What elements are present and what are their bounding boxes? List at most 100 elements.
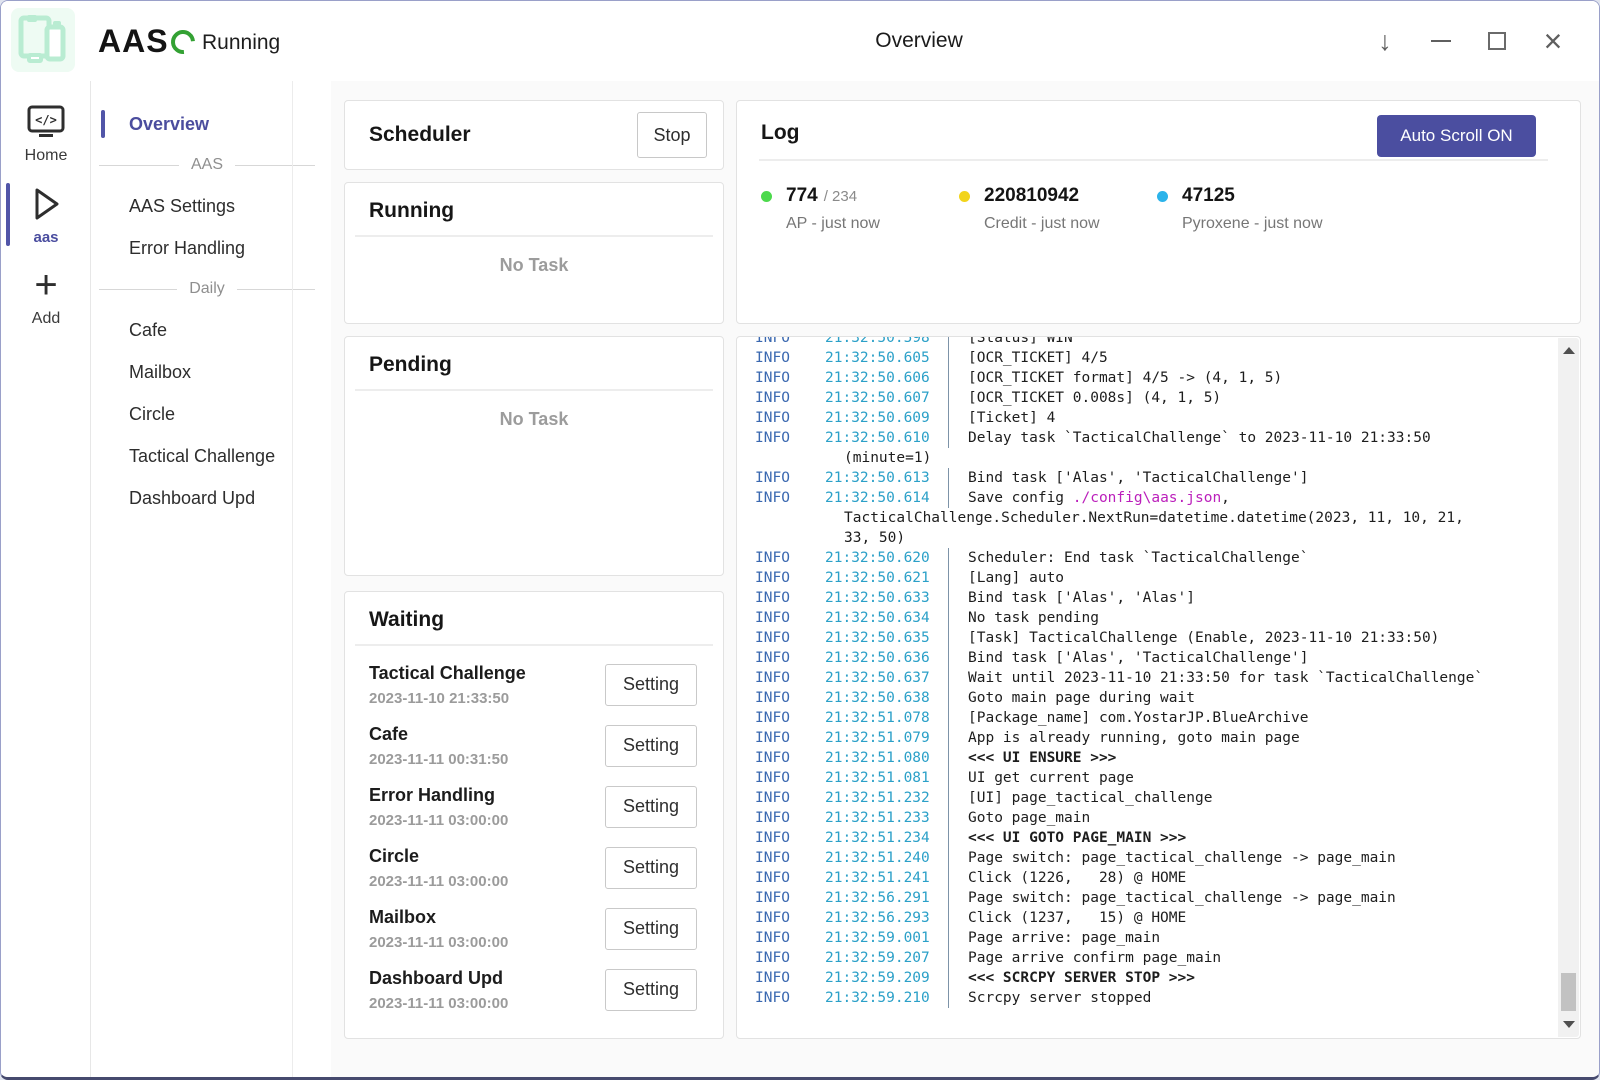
sidebar-item-dashboard-upd[interactable]: Dashboard Upd <box>91 477 331 519</box>
sidebar-item-label: AAS Settings <box>129 196 235 217</box>
running-title: Running <box>369 199 723 223</box>
log-row: (minute=1) <box>737 448 1558 468</box>
setting-button[interactable]: Setting <box>605 908 697 950</box>
log-level: INFO <box>755 890 825 906</box>
setting-button[interactable]: Setting <box>605 786 697 828</box>
sidebar-item-aas-settings[interactable]: AAS Settings <box>91 185 331 227</box>
waiting-task-row: Cafe2023-11-11 00:31:50Setting <box>345 715 723 776</box>
log-row: INFO21:32:51.078[Package_name] com.Yosta… <box>737 708 1558 728</box>
rail-item-aas[interactable]: aas <box>1 181 91 246</box>
log-row: INFO21:32:51.241Click (1226, 28) @ HOME <box>737 868 1558 888</box>
log-separator <box>948 748 949 768</box>
sidebar-item-overview[interactable]: Overview <box>91 105 331 143</box>
log-level: INFO <box>755 870 825 886</box>
rail-item-label: aas <box>33 229 58 246</box>
log-row: INFO21:32:50.638Goto main page during wa… <box>737 688 1558 708</box>
log-message: [OCR_TICKET format] 4/5 -> (4, 1, 5) <box>968 370 1282 386</box>
log-separator <box>948 928 949 948</box>
log-console[interactable]: INFO21:32:50.598[Status] WININFO21:32:50… <box>737 337 1558 1038</box>
sidebar-item-circle[interactable]: Circle <box>91 393 331 435</box>
log-level: INFO <box>755 430 825 446</box>
scrollbar-thumb[interactable] <box>1561 973 1576 1011</box>
rail-item-home[interactable]: </> Home <box>1 99 91 165</box>
setting-button[interactable]: Setting <box>605 664 697 706</box>
log-separator <box>948 588 949 608</box>
active-item-indicator <box>101 110 105 138</box>
log-separator <box>948 988 949 1008</box>
log-row: INFO21:32:50.636Bind task ['Alas', 'Tact… <box>737 648 1558 668</box>
log-separator <box>948 728 949 748</box>
log-row: INFO21:32:50.610Delay task `TacticalChal… <box>737 428 1558 448</box>
maximize-glyph <box>1488 32 1506 50</box>
log-separator <box>948 428 949 448</box>
log-console-card: INFO21:32:50.598[Status] WININFO21:32:50… <box>736 336 1581 1039</box>
setting-button[interactable]: Setting <box>605 969 697 1011</box>
log-row: INFO21:32:50.606[OCR_TICKET format] 4/5 … <box>737 368 1558 388</box>
log-row: INFO21:32:50.614Save config ./config\aas… <box>737 488 1558 508</box>
stat-label: AP - just now <box>786 215 959 233</box>
log-message: (minute=1) <box>844 450 931 466</box>
stat-secondary-value: / 234 <box>824 188 857 205</box>
log-scrollbar[interactable] <box>1558 338 1579 1037</box>
scrollbar-up-arrow-icon[interactable] <box>1563 347 1575 354</box>
hide-to-tray-icon[interactable]: ↓ <box>1357 13 1413 69</box>
stat-value: 47125 <box>1182 185 1235 207</box>
page-title: Overview <box>875 29 963 53</box>
log-message: [UI] page_tactical_challenge <box>968 790 1212 806</box>
log-timestamp: 21:32:56.293 <box>825 910 948 926</box>
log-separator <box>948 608 949 628</box>
running-spinner-icon <box>166 25 200 59</box>
auto-scroll-toggle-button[interactable]: Auto Scroll ON <box>1377 115 1536 157</box>
log-message: [Status] WIN <box>968 337 1073 346</box>
home-code-monitor-icon: </> <box>26 99 66 145</box>
divider <box>355 389 713 391</box>
log-level: INFO <box>755 790 825 806</box>
log-separator <box>948 968 949 988</box>
waiting-task-name: Circle <box>369 846 508 867</box>
sidebar-item-label: Dashboard Upd <box>129 488 255 509</box>
log-row: INFO21:32:50.637Wait until 2023-11-10 21… <box>737 668 1558 688</box>
log-separator <box>948 688 949 708</box>
log-row: INFO21:32:50.605[OCR_TICKET] 4/5 <box>737 348 1558 368</box>
sidebar-item-mailbox[interactable]: Mailbox <box>91 351 331 393</box>
sidebar-item-cafe[interactable]: Cafe <box>91 309 331 351</box>
log-level: INFO <box>755 350 825 366</box>
setting-button[interactable]: Setting <box>605 725 697 767</box>
log-row: INFO21:32:50.609[Ticket] 4 <box>737 408 1558 428</box>
active-rail-indicator <box>6 183 10 246</box>
log-message: Bind task ['Alas', 'Alas'] <box>968 590 1195 606</box>
pending-card: Pending No Task <box>344 336 724 576</box>
log-separator <box>948 948 949 968</box>
maximize-icon[interactable] <box>1469 13 1525 69</box>
waiting-task-row: Tactical Challenge2023-11-10 21:33:50Set… <box>345 654 723 715</box>
close-icon[interactable]: × <box>1525 13 1581 69</box>
log-level: INFO <box>755 730 825 746</box>
sidebar-item-error-handling[interactable]: Error Handling <box>91 227 331 269</box>
setting-button[interactable]: Setting <box>605 847 697 889</box>
log-timestamp: 21:32:51.079 <box>825 730 948 746</box>
log-timestamp: 21:32:50.634 <box>825 610 948 626</box>
titlebar: AAS Running Overview ↓ × <box>1 1 1600 81</box>
app-name: AAS <box>98 23 169 60</box>
stop-button[interactable]: Stop <box>637 112 707 158</box>
log-timestamp: 21:32:50.609 <box>825 410 948 426</box>
log-message: [Task] TacticalChallenge (Enable, 2023-1… <box>968 630 1439 646</box>
sidebar-item-tactical-challenge[interactable]: Tactical Challenge <box>91 435 331 477</box>
sidebar-item-label: Cafe <box>129 320 167 341</box>
log-row: INFO21:32:59.001Page arrive: page_main <box>737 928 1558 948</box>
waiting-task-next-run: 2023-11-11 03:00:00 <box>369 934 508 951</box>
log-row: INFO21:32:56.291Page switch: page_tactic… <box>737 888 1558 908</box>
log-timestamp: 21:32:59.210 <box>825 990 948 1006</box>
log-level: INFO <box>755 670 825 686</box>
pending-empty-text: No Task <box>345 409 723 430</box>
rail-item-add[interactable]: + Add <box>1 262 91 328</box>
log-separator <box>948 337 949 348</box>
log-row: INFO21:32:50.613Bind task ['Alas', 'Tact… <box>737 468 1558 488</box>
log-message: Goto main page during wait <box>968 690 1195 706</box>
log-timestamp: 21:32:50.638 <box>825 690 948 706</box>
scrollbar-down-arrow-icon[interactable] <box>1563 1021 1575 1028</box>
divider <box>355 235 713 237</box>
log-message: Scheduler: End task `TacticalChallenge` <box>968 550 1308 566</box>
minimize-icon[interactable] <box>1413 13 1469 69</box>
stat-dot-icon <box>761 191 772 202</box>
